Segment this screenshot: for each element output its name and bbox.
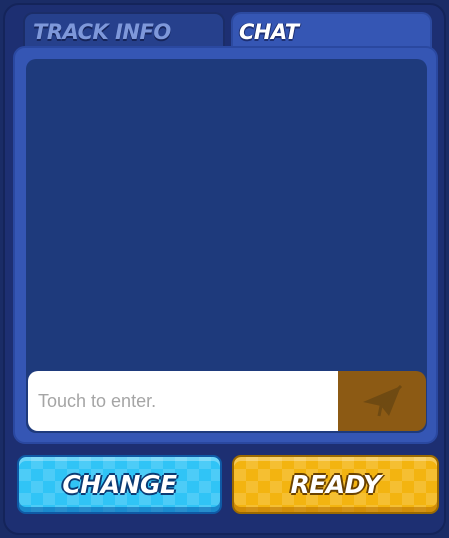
tab-track-info-label: TRACK INFO	[33, 20, 171, 44]
chat-input[interactable]	[28, 371, 338, 431]
change-button-label: CHANGE	[62, 470, 177, 499]
change-button[interactable]: CHANGE	[17, 455, 222, 514]
tab-track-info[interactable]: TRACK INFO	[23, 12, 225, 50]
send-button[interactable]	[338, 371, 426, 431]
chat-input-bar	[28, 371, 426, 431]
tab-chat-label: CHAT	[239, 20, 299, 44]
tab-chat[interactable]: CHAT	[231, 12, 432, 50]
ready-button-label: READY	[290, 470, 381, 499]
paper-plane-icon	[363, 384, 403, 417]
ready-button[interactable]: READY	[232, 455, 439, 514]
